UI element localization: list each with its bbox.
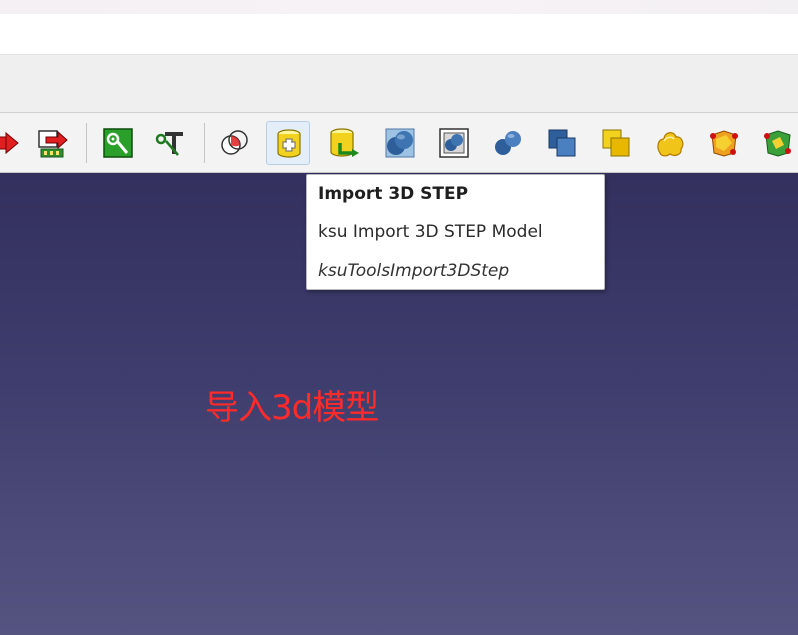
placement-arrow-icon [0, 131, 19, 155]
pill-icon [495, 131, 521, 155]
pcb-push-button[interactable] [30, 121, 74, 165]
export-3d-step-icon [330, 128, 359, 157]
red-shape-button[interactable] [702, 121, 746, 165]
text-tool-button[interactable] [148, 121, 192, 165]
green-shape-icon [764, 130, 791, 157]
tooltip-title: Import 3D STEP [318, 184, 469, 204]
blue-squares-button[interactable] [540, 121, 584, 165]
tooltip-command: ksuToolsImport3DStep [318, 261, 510, 281]
import-3d-step-icon [277, 129, 301, 158]
green-shape-button[interactable] [756, 121, 798, 165]
yellow-squares-button[interactable] [594, 121, 638, 165]
yellow-squares-icon [602, 129, 630, 157]
import-3d-step-button[interactable] [266, 121, 310, 165]
track-icon [103, 128, 133, 158]
pill-button[interactable] [486, 121, 530, 165]
boxed-pill-icon [439, 128, 469, 158]
blue-squares-icon [548, 129, 576, 157]
placement-arrow-button[interactable] [0, 121, 26, 165]
yellow-blob-icon [657, 132, 684, 157]
shape-overlap-icon [221, 130, 248, 155]
fuse-pill-button[interactable] [378, 121, 422, 165]
tooltip-description: ksu Import 3D STEP Model [318, 222, 543, 242]
export-3d-step-button[interactable] [322, 121, 366, 165]
toolbar-separator [86, 123, 87, 163]
window-top-strip [0, 0, 798, 14]
fuse-pill-icon [385, 128, 415, 158]
tooltip: Import 3D STEP ksu Import 3D STEP Model … [306, 174, 605, 290]
menu-band [0, 14, 798, 54]
toolbar-separator [204, 123, 205, 163]
pcb-push-icon [38, 130, 68, 158]
toolbar-area-upper [0, 55, 798, 113]
shape-overlap-button[interactable] [212, 121, 256, 165]
annotation-text: 导入3d模型 [205, 388, 379, 428]
track-button[interactable] [96, 121, 140, 165]
text-tool-icon [155, 132, 183, 156]
workbench-toolbar [0, 113, 798, 173]
boxed-pill-button[interactable] [432, 121, 476, 165]
yellow-blob-button[interactable] [648, 121, 692, 165]
red-shape-icon [710, 130, 738, 157]
